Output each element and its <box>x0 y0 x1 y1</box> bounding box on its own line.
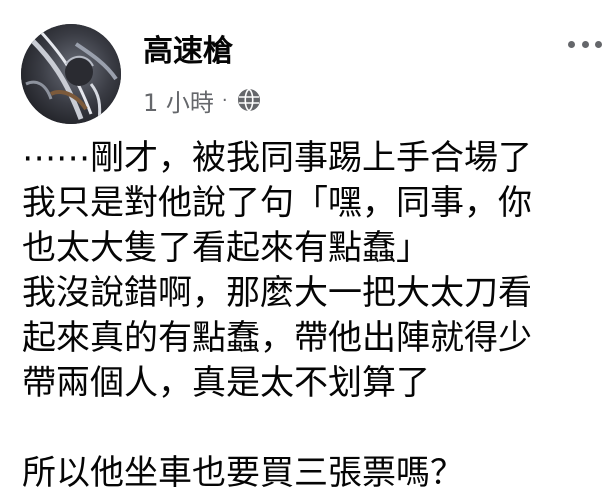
more-dot <box>595 40 602 48</box>
globe-icon[interactable] <box>236 87 262 113</box>
post-text-line: 也太大隻了看起來有點蠢」 <box>22 228 430 268</box>
meta-separator: · <box>221 89 228 111</box>
post-text-line: ⋯⋯剛才，被我同事踢上手合場了 <box>22 138 532 178</box>
post-text-line: 起來真的有點蠢，帶他出陣就得少 <box>22 318 532 358</box>
avatar[interactable] <box>21 24 121 124</box>
post-text-line: 所以他坐車也要買三張票嗎？ <box>22 453 464 493</box>
more-dot <box>568 40 575 48</box>
more-options-icon[interactable] <box>568 32 602 56</box>
post-timestamp[interactable]: 1 小時 <box>143 83 214 118</box>
post-meta: 1 小時 · <box>143 83 262 118</box>
post-author-name[interactable]: 高速槍 <box>143 32 233 72</box>
post-text-line: 我只是對他說了句「嘿，同事，你 <box>22 183 532 223</box>
more-dot <box>581 40 589 48</box>
avatar-image <box>21 24 121 124</box>
post-body: ⋯⋯剛才，被我同事踢上手合場了 我只是對他說了句「嘿，同事，你 也太大隻了看起來… <box>22 136 602 496</box>
post-text-line: 我沒說錯啊，那麼大一把大太刀看 <box>22 273 532 313</box>
post-text-line: 帶兩個人，真是太不划算了 <box>22 363 430 403</box>
